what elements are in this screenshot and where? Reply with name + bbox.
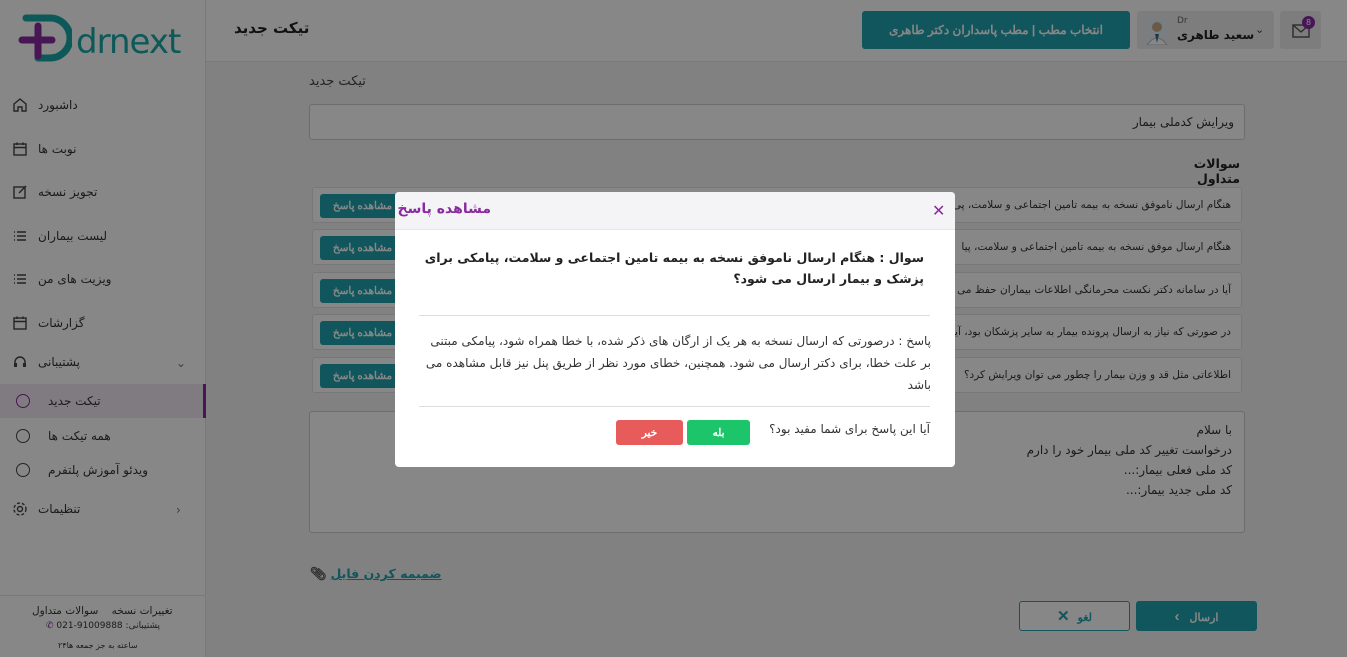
close-icon[interactable]: ✕ [932,201,945,220]
divider [419,406,930,407]
faq-question-text: سوال : هنگام ارسال ناموفق نسخه به بیمه ت… [424,250,924,286]
yes-button[interactable]: بله [687,420,750,445]
modal-header: ✕ مشاهده پاسخ [395,192,955,230]
helpful-question: آیا این پاسخ برای شما مفید بود؟ [769,422,930,436]
modal-title: مشاهده پاسخ [397,201,491,217]
no-button[interactable]: خیر [616,420,683,445]
divider [419,315,930,316]
answer-modal: ✕ مشاهده پاسخ سوال : هنگام ارسال ناموفق … [395,192,955,467]
faq-answer-text: پاسخ : درصورتی که ارسال نسخه به هر یک از… [425,334,931,392]
